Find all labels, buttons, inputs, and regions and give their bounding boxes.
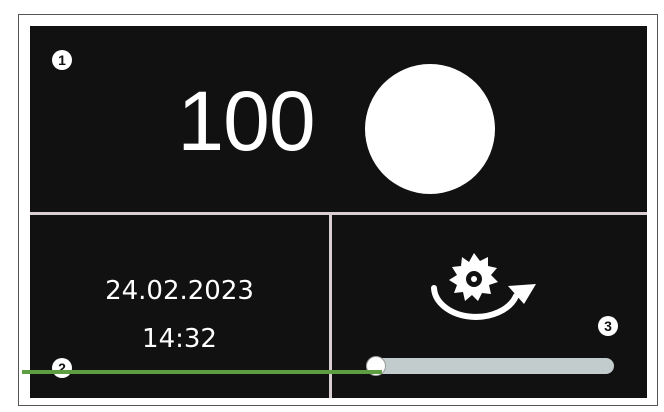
bottom-accent-bar xyxy=(22,370,382,374)
callout-marker-3: 3 xyxy=(598,316,618,336)
callout-marker-1: 1 xyxy=(52,50,72,70)
status-indicator-circle xyxy=(365,64,495,194)
time-readout: 14:32 xyxy=(142,324,217,354)
progress-slider-track[interactable] xyxy=(366,358,614,374)
saw-blade-rotate-icon[interactable] xyxy=(428,246,540,330)
date-readout: 24.02.2023 xyxy=(105,276,254,306)
top-panel: 100 xyxy=(30,26,647,212)
horizontal-divider xyxy=(30,212,647,215)
device-display: 100 24.02.2023 14:32 1 2 3 xyxy=(30,26,647,398)
callout-marker-2: 2 xyxy=(52,358,72,378)
main-value-readout: 100 xyxy=(177,74,315,168)
